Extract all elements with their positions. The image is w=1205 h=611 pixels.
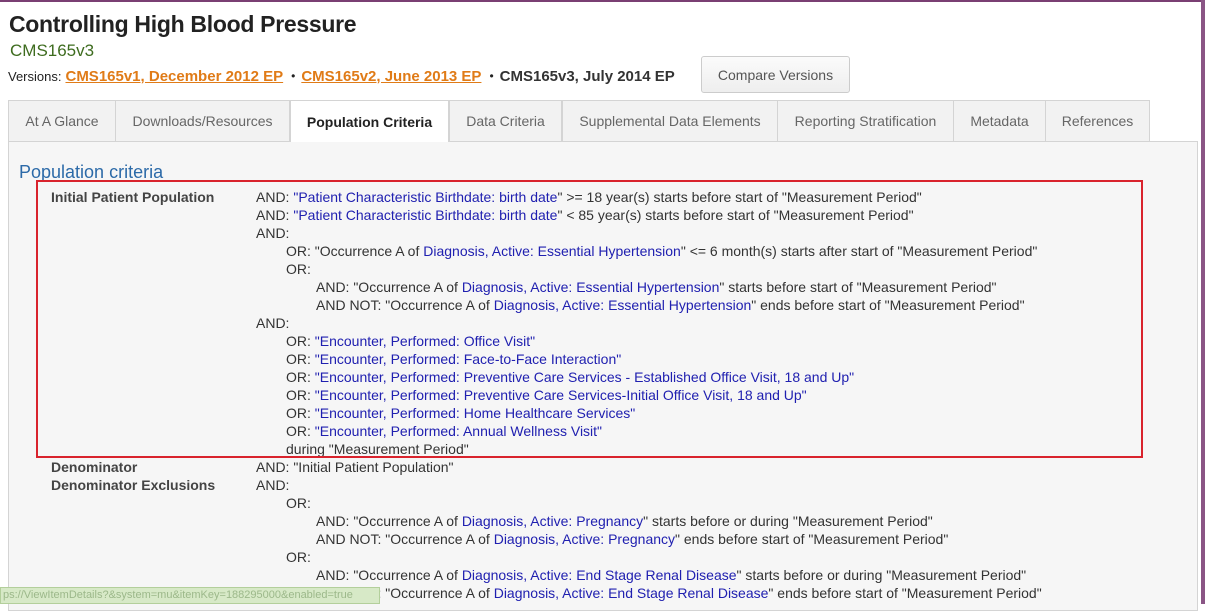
criteria-text: OR: (286, 495, 311, 511)
criteria-line: AND: "Occurrence A of Diagnosis, Active:… (316, 512, 933, 530)
criteria-line: AND: "Patient Characteristic Birthdate: … (256, 188, 922, 206)
bullet-separator: • (489, 69, 494, 83)
tab-at-a-glance[interactable]: At A Glance (8, 100, 116, 141)
criteria-line: AND: "Occurrence A of Diagnosis, Active:… (316, 566, 1026, 584)
criteria-link[interactable]: Diagnosis, Active: Pregnancy (494, 531, 675, 547)
criteria-line: AND: (256, 476, 289, 494)
criteria-link[interactable]: "Encounter, Performed: Preventive Care S… (315, 387, 807, 403)
tab-references[interactable]: References (1045, 100, 1150, 141)
top-border (0, 0, 1205, 2)
criteria-link[interactable]: Diagnosis, Active: Essential Hypertensio… (494, 297, 752, 313)
criteria-text: AND: (256, 477, 290, 493)
criteria-line: AND: (256, 314, 289, 332)
criteria-text: " <= 6 month(s) starts after start of "M… (680, 243, 1038, 259)
criteria-text: OR: "Occurrence A of (286, 243, 424, 259)
section-heading: Population criteria (19, 162, 164, 182)
criteria-text: AND: "Occurrence A of (316, 567, 462, 583)
current-version: CMS165v3, July 2014 EP (499, 67, 675, 85)
criteria-link[interactable]: "Encounter, Performed: Preventive Care S… (315, 369, 854, 385)
criteria-text: AND: "Initial Patient Population" (256, 459, 454, 475)
criteria-text: " ends before start of "Measurement Peri… (751, 297, 1025, 313)
criteria-line: OR: "Encounter, Performed: Annual Wellne… (286, 422, 602, 440)
criteria-text: " starts before or during "Measurement P… (643, 513, 933, 529)
bullet-separator: • (291, 69, 296, 83)
criteria-text: AND: (256, 225, 290, 241)
tab-downloads-resources[interactable]: Downloads/Resources (115, 100, 290, 141)
version-link-v2[interactable]: CMS165v2, June 2013 EP (301, 68, 481, 85)
criteria-text: " < 85 year(s) starts before start of "M… (557, 207, 914, 223)
criteria-text: AND: (256, 189, 294, 205)
criteria-link[interactable]: Diagnosis, Active: Essential Hypertensio… (423, 243, 681, 259)
versions-label: Versions: (8, 68, 62, 84)
version-link-v1[interactable]: CMS165v1, December 2012 EP (65, 68, 283, 85)
criteria-link[interactable]: Diagnosis, Active: Essential Hypertensio… (462, 279, 720, 295)
criteria-line: OR: "Encounter, Performed: Face-to-Face … (286, 350, 621, 368)
criteria-line: OR: "Encounter, Performed: Preventive Ca… (286, 386, 807, 404)
label-denominator: Denominator (51, 459, 138, 475)
tab-reporting-stratification[interactable]: Reporting Stratification (777, 100, 954, 141)
criteria-text: AND NOT: "Occurrence A of (316, 297, 494, 313)
criteria-text: AND: (256, 315, 290, 331)
criteria-line: AND NOT: "Occurrence A of Diagnosis, Act… (316, 296, 1025, 314)
criteria-text: OR: (286, 549, 311, 565)
criteria-line: OR: (286, 260, 311, 278)
criteria-line: OR: "Encounter, Performed: Home Healthca… (286, 404, 635, 422)
criteria-text: OR: (286, 423, 315, 439)
criteria-link[interactable]: "Patient Characteristic Birthdate: birth… (293, 189, 557, 205)
criteria-text: OR: (286, 351, 315, 367)
criteria-text: during "Measurement Period" (286, 441, 469, 457)
criteria-line: during "Measurement Period" (286, 440, 469, 458)
tab-metadata[interactable]: Metadata (953, 100, 1046, 141)
criteria-link[interactable]: Diagnosis, Active: End Stage Renal Disea… (494, 585, 769, 601)
criteria-line: OR: (286, 548, 311, 566)
criteria-text: AND: "Occurrence A of (316, 513, 462, 529)
criteria-line: OR: "Encounter, Performed: Office Visit" (286, 332, 535, 350)
criteria-text: AND NOT: "Occurrence A of (316, 531, 494, 547)
criteria-line: AND: (256, 224, 289, 242)
criteria-line: OR: "Encounter, Performed: Preventive Ca… (286, 368, 854, 386)
criteria-line: AND NOT: "Occurrence A of Diagnosis, Act… (316, 530, 948, 548)
criteria-line: AND NOT: "Occurrence A of Diagnosis, Act… (316, 584, 1042, 602)
criteria-link[interactable]: "Patient Characteristic Birthdate: birth… (293, 207, 557, 223)
criteria-line: AND: "Initial Patient Population" (256, 458, 454, 476)
criteria-text: " ends before start of "Measurement Peri… (768, 585, 1042, 601)
criteria-text: OR: (286, 369, 315, 385)
tab-data-criteria[interactable]: Data Criteria (449, 100, 562, 141)
criteria-text: " >= 18 year(s) starts before start of "… (557, 189, 922, 205)
tab-population-criteria[interactable]: Population Criteria (290, 100, 449, 142)
criteria-link[interactable]: "Encounter, Performed: Home Healthcare S… (315, 405, 635, 421)
criteria-text: OR: (286, 261, 311, 277)
criteria-line: OR: (286, 494, 311, 512)
criteria-text: AND: "Occurrence A of (316, 279, 462, 295)
criteria-text: OR: (286, 333, 315, 349)
page-title: Controlling High Blood Pressure (9, 11, 357, 37)
measure-id: CMS165v3 (10, 41, 95, 60)
criteria-text: " starts before or during "Measurement P… (736, 567, 1027, 583)
criteria-link[interactable]: Diagnosis, Active: End Stage Renal Disea… (462, 567, 737, 583)
criteria-link[interactable]: "Encounter, Performed: Office Visit" (315, 333, 535, 349)
label-initial-patient-population: Initial Patient Population (51, 189, 215, 205)
compare-versions-button[interactable]: Compare Versions (701, 56, 850, 93)
criteria-text: OR: (286, 387, 315, 403)
window-edge (1201, 0, 1205, 604)
criteria-link[interactable]: "Encounter, Performed: Annual Wellness V… (315, 423, 602, 439)
versions-row: Versions: CMS165v1, December 2012 EP • C… (8, 65, 675, 87)
tab-supplemental-data-elements[interactable]: Supplemental Data Elements (562, 100, 778, 141)
criteria-link[interactable]: "Encounter, Performed: Face-to-Face Inte… (315, 351, 621, 367)
status-bar-url: ps://ViewItemDetails?&system=mu&itemKey=… (0, 587, 380, 604)
criteria-line: OR: "Occurrence A of Diagnosis, Active: … (286, 242, 1037, 260)
criteria-text: OR: (286, 405, 315, 421)
criteria-text: " ends before start of "Measurement Peri… (675, 531, 949, 547)
criteria-line: AND: "Patient Characteristic Birthdate: … (256, 206, 914, 224)
criteria-line: AND: "Occurrence A of Diagnosis, Active:… (316, 278, 997, 296)
criteria-link[interactable]: Diagnosis, Active: Pregnancy (462, 513, 643, 529)
criteria-text: AND: (256, 207, 294, 223)
label-denominator-exclusions: Denominator Exclusions (51, 477, 216, 493)
criteria-text: " starts before start of "Measurement Pe… (719, 279, 997, 295)
